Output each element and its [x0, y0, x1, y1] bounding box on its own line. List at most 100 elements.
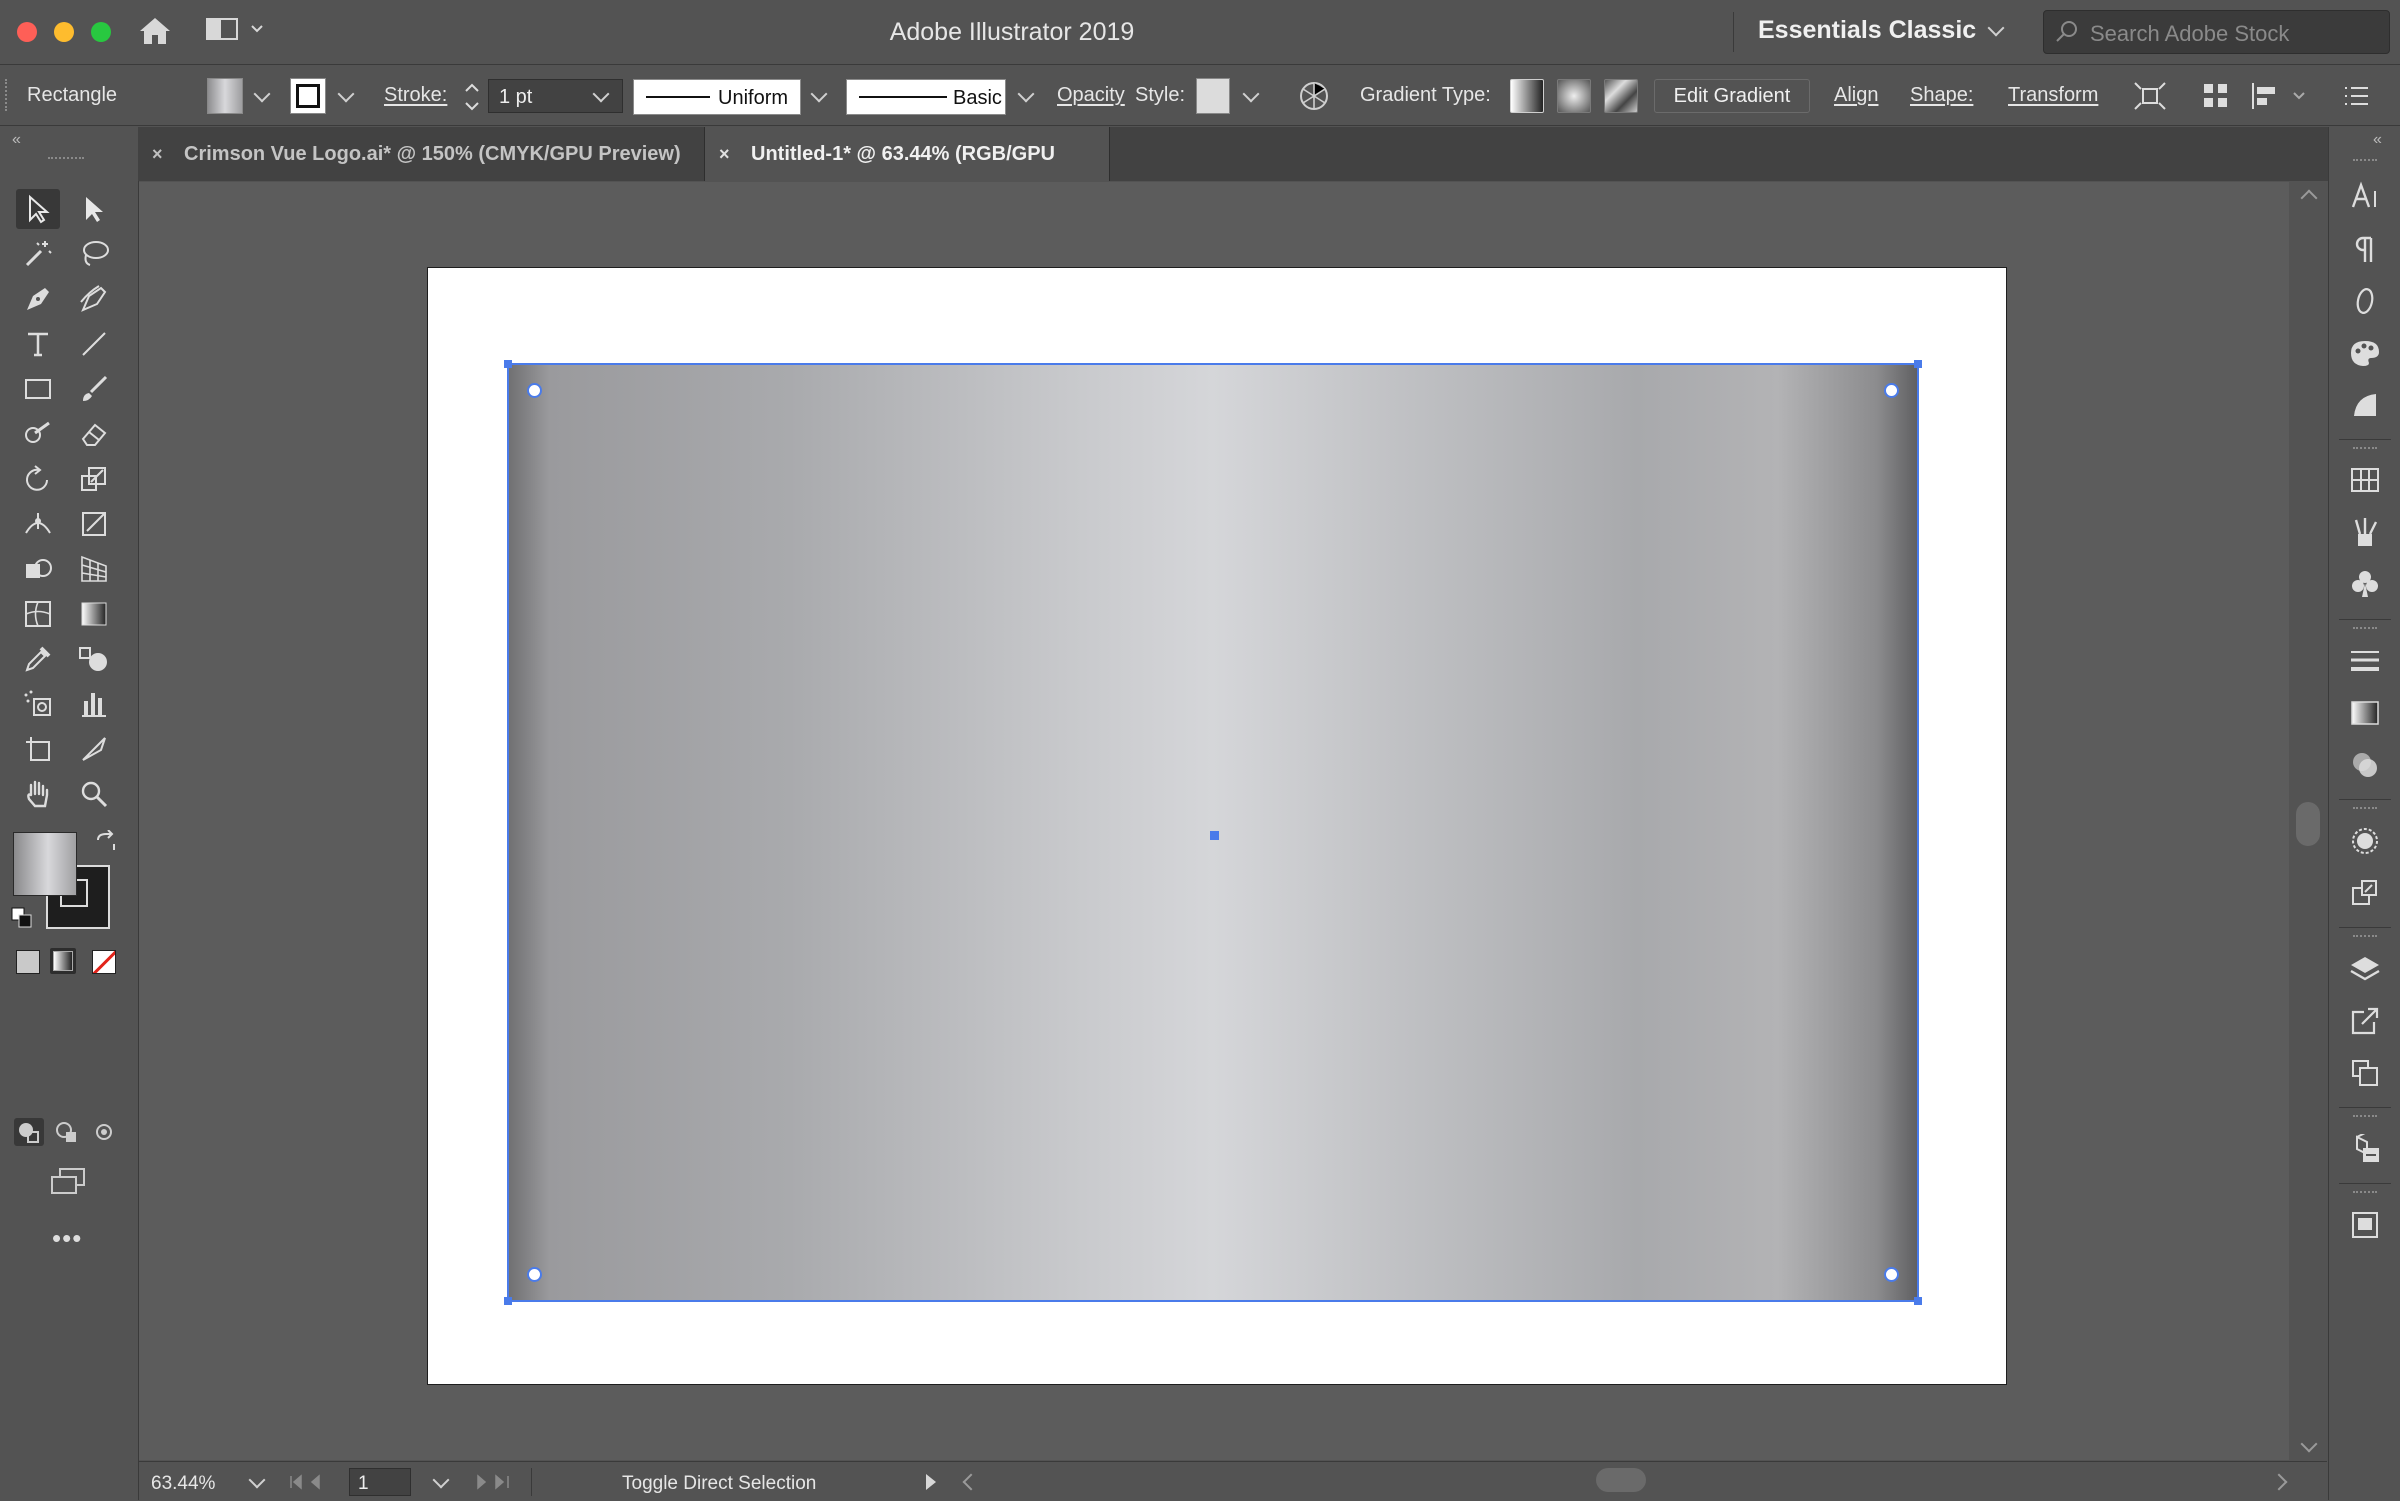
swatches-icon[interactable] — [2347, 462, 2383, 498]
graphic-styles-icon[interactable] — [2347, 875, 2383, 911]
opacity-label[interactable]: Opacity — [1057, 84, 1125, 107]
color-mode-button[interactable] — [16, 950, 40, 974]
default-fill-stroke-icon[interactable] — [11, 907, 33, 934]
fill-color-box[interactable] — [13, 832, 77, 896]
mesh-tool-icon[interactable] — [16, 594, 60, 634]
tab-untitled-1[interactable]: × Untitled-1* @ 63.44% (RGB/GPU Preview) — [705, 127, 1109, 219]
appearance-icon[interactable] — [2347, 823, 2383, 859]
radial-gradient-button[interactable] — [1557, 79, 1591, 113]
scale-tool-icon[interactable] — [72, 459, 116, 499]
graphic-style-swatch[interactable] — [1196, 78, 1230, 114]
align-objects-icon[interactable] — [2201, 81, 2231, 116]
scroll-down-icon[interactable] — [2300, 1435, 2318, 1453]
profile-chevron-icon[interactable] — [810, 85, 828, 103]
gradient-panel-icon[interactable] — [2347, 695, 2383, 731]
column-graph-tool-icon[interactable] — [72, 684, 116, 724]
curvature-tool-icon[interactable] — [72, 279, 116, 319]
stroke-dropdown-chevron-icon[interactable] — [337, 85, 355, 103]
scroll-left-icon[interactable] — [962, 1473, 980, 1491]
rectangle-tool-icon[interactable] — [16, 369, 60, 409]
search-adobe-stock-input[interactable]: Search Adobe Stock — [2043, 10, 2390, 54]
zoom-tool-icon[interactable] — [72, 774, 116, 814]
panel-menu-icon[interactable] — [2342, 83, 2372, 114]
gradient-mode-button[interactable] — [50, 948, 76, 974]
gradient-tool-icon[interactable] — [72, 594, 116, 634]
corner-radius-widget[interactable] — [527, 1267, 542, 1282]
change-screen-mode-icon[interactable] — [48, 1167, 88, 1202]
swap-fill-stroke-icon[interactable] — [94, 829, 118, 859]
type-tool-icon[interactable] — [16, 324, 60, 364]
edit-toolbar-icon[interactable]: ••• — [52, 1223, 82, 1254]
expand-panels-icon[interactable]: « — [2373, 131, 2382, 149]
collapse-panel-icon[interactable]: « — [12, 131, 21, 149]
corner-radius-widget[interactable] — [1884, 383, 1899, 398]
color-guide-icon[interactable] — [2347, 335, 2383, 371]
slice-tool-icon[interactable] — [72, 729, 116, 769]
recolor-artwork-icon[interactable] — [1297, 79, 1331, 118]
transform-link[interactable]: Transform — [2008, 84, 2098, 107]
corner-handle-bottom-right[interactable] — [1914, 1297, 1922, 1305]
workspace-switcher[interactable]: Essentials Classic — [1758, 16, 2005, 45]
rotate-tool-icon[interactable] — [16, 459, 60, 499]
status-menu-icon[interactable] — [926, 1474, 936, 1490]
export-icon[interactable] — [2347, 1003, 2383, 1039]
paragraph-icon[interactable] — [2347, 231, 2383, 267]
align-link[interactable]: Align — [1834, 84, 1878, 107]
first-artboard-icon[interactable] — [289, 1474, 329, 1495]
freeform-gradient-button[interactable] — [1604, 79, 1638, 113]
artboard-tool-icon[interactable] — [16, 729, 60, 769]
artboards-icon[interactable] — [2347, 1055, 2383, 1091]
corner-radius-widget[interactable] — [527, 383, 542, 398]
horizontal-scroll-thumb[interactable] — [1596, 1468, 1646, 1492]
close-tab-icon[interactable]: × — [152, 127, 163, 181]
pen-tool-icon[interactable] — [16, 279, 60, 319]
draw-behind-icon[interactable] — [52, 1118, 82, 1146]
shape-link[interactable]: Shape: — [1910, 84, 1973, 107]
stroke-label[interactable]: Stroke: — [384, 84, 447, 107]
width-tool-icon[interactable] — [16, 504, 60, 544]
magic-wand-tool-icon[interactable] — [16, 234, 60, 274]
corner-handle-bottom-left[interactable] — [504, 1297, 512, 1305]
fill-dropdown-chevron-icon[interactable] — [253, 85, 271, 103]
stroke-panel-icon[interactable] — [2347, 643, 2383, 679]
scroll-right-icon[interactable] — [2270, 1473, 2288, 1491]
symbols-icon[interactable] — [2347, 566, 2383, 602]
direct-selection-tool-icon[interactable] — [72, 189, 116, 229]
zoom-level-field[interactable]: 63.44% — [151, 1473, 215, 1495]
vertical-scroll-thumb[interactable] — [2296, 802, 2320, 846]
character-icon[interactable] — [2347, 179, 2383, 215]
line-segment-tool-icon[interactable] — [72, 324, 116, 364]
shaper-tool-icon[interactable] — [16, 414, 60, 454]
draw-inside-icon[interactable] — [90, 1118, 120, 1146]
artboard-number-field[interactable]: 1 — [349, 1468, 411, 1496]
opentype-icon[interactable] — [2347, 283, 2383, 319]
blend-tool-icon[interactable] — [72, 639, 116, 679]
libraries-icon[interactable] — [2347, 387, 2383, 423]
symbol-sprayer-tool-icon[interactable] — [16, 684, 60, 724]
stroke-weight-stepper[interactable] — [462, 79, 482, 115]
asset-export-icon[interactable] — [2347, 1131, 2383, 1167]
draw-normal-icon[interactable] — [14, 1118, 44, 1146]
eyedropper-tool-icon[interactable] — [16, 639, 60, 679]
scroll-up-icon[interactable] — [2300, 189, 2318, 207]
tab-crimson-vue-logo[interactable]: × Crimson Vue Logo.ai* @ 150% (CMYK/GPU … — [138, 127, 704, 181]
lasso-tool-icon[interactable] — [72, 234, 116, 274]
zoom-chevron-icon[interactable] — [248, 1471, 266, 1489]
stroke-weight-field[interactable]: 1 pt — [488, 79, 623, 113]
linear-gradient-button[interactable] — [1510, 79, 1544, 113]
artboard-chevron-icon[interactable] — [432, 1471, 450, 1489]
brushes-icon[interactable] — [2347, 514, 2383, 550]
selection-bounding-box[interactable] — [504, 360, 1922, 1305]
selection-tool-icon[interactable] — [16, 189, 60, 229]
cc-libraries-icon[interactable] — [2347, 1207, 2383, 1243]
brush-chevron-icon[interactable] — [1017, 85, 1035, 103]
last-artboard-icon[interactable] — [474, 1474, 518, 1495]
corner-radius-widget[interactable] — [1884, 1267, 1899, 1282]
layers-icon[interactable] — [2347, 951, 2383, 987]
paintbrush-tool-icon[interactable] — [72, 369, 116, 409]
distribute-objects-icon[interactable] — [2250, 81, 2310, 116]
eraser-tool-icon[interactable] — [72, 414, 116, 454]
isolate-selected-object-icon[interactable] — [2133, 81, 2167, 116]
brush-definition-dropdown[interactable]: Basic — [846, 79, 1006, 115]
shape-builder-tool-icon[interactable] — [16, 549, 60, 589]
